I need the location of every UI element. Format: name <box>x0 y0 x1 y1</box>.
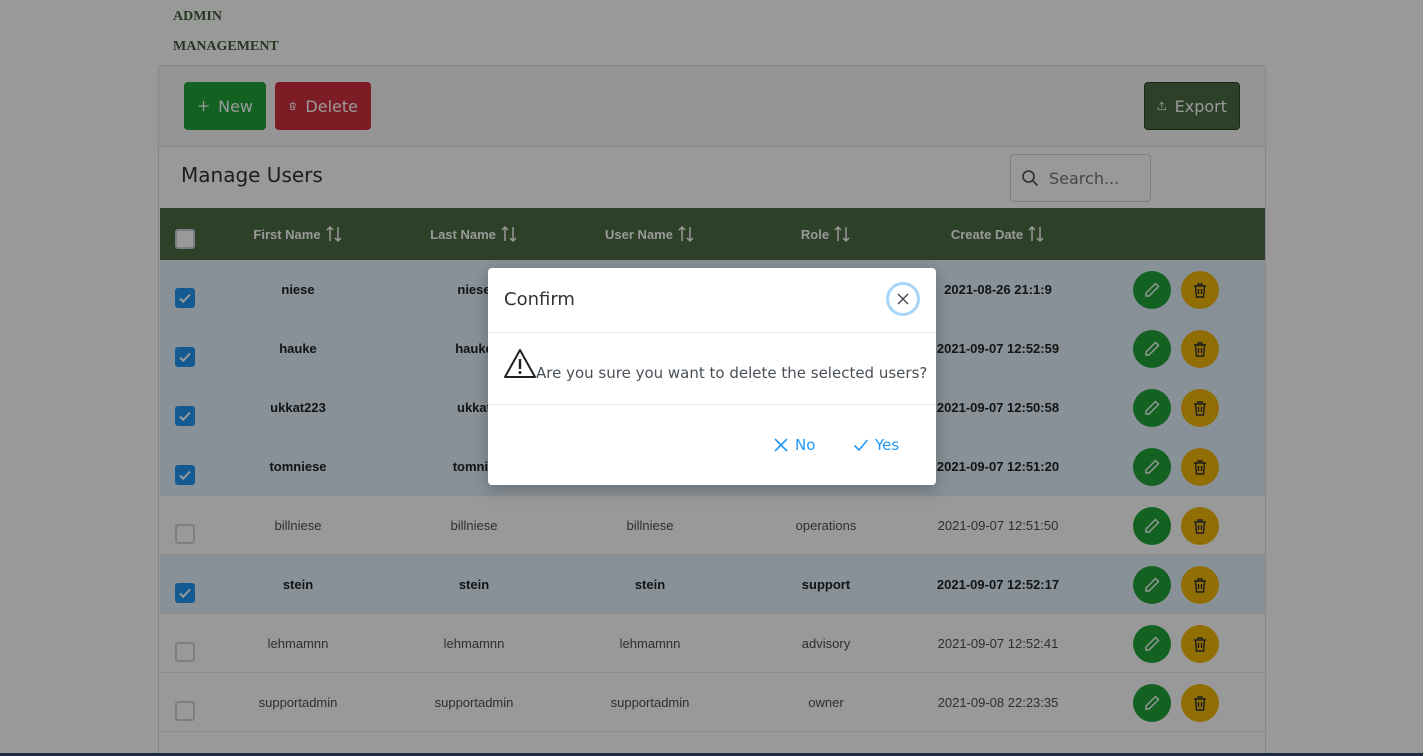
dialog-header: Confirm <box>488 268 936 333</box>
warning-icon <box>504 349 536 378</box>
dialog-no-label: No <box>795 436 816 454</box>
dialog-message: Are you sure you want to delete the sele… <box>536 364 928 382</box>
dialog-title: Confirm <box>504 289 575 310</box>
dialog-yes-label: Yes <box>875 436 900 454</box>
check-icon <box>853 439 869 452</box>
confirm-dialog: Confirm Are you sure you want to delete … <box>488 268 936 485</box>
dialog-close-button[interactable] <box>886 282 920 316</box>
close-icon <box>897 293 909 305</box>
dialog-yes-button[interactable]: Yes <box>853 433 899 457</box>
close-icon <box>774 438 788 452</box>
dialog-no-button[interactable]: No <box>773 433 815 457</box>
dialog-content: Are you sure you want to delete the sele… <box>488 333 936 405</box>
